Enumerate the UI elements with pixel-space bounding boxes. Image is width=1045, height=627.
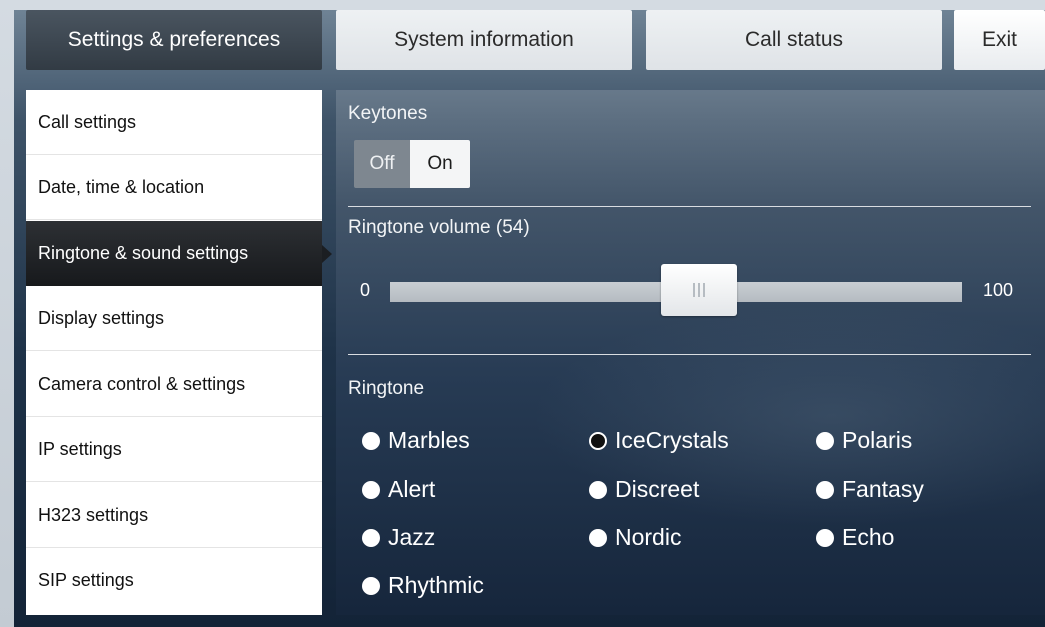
exit-button[interactable]: Exit	[954, 10, 1045, 70]
grip-icon	[702, 283, 705, 297]
radio-unselected-icon	[816, 431, 834, 450]
ringtone-sound-panel: Keytones Off On Ringtone volume (54) 0 1…	[336, 90, 1045, 615]
keytones-toggle[interactable]: Off On	[354, 140, 470, 188]
ringtone-option-rhythmic[interactable]: Rhythmic	[362, 572, 484, 599]
menu-item-call-settings[interactable]: Call settings	[26, 90, 322, 155]
ringtone-option-discreet[interactable]: Discreet	[589, 476, 699, 503]
divider	[348, 354, 1031, 355]
ringtone-option-echo[interactable]: Echo	[816, 524, 894, 551]
divider	[348, 206, 1031, 207]
ringtone-option-label: Jazz	[388, 524, 436, 550]
ringtone-option-nordic[interactable]: Nordic	[589, 524, 681, 551]
keytones-title: Keytones	[348, 103, 428, 124]
menu-item-sip-settings[interactable]: SIP settings	[26, 548, 322, 613]
radio-unselected-icon	[362, 480, 380, 499]
radio-unselected-icon	[362, 431, 380, 450]
ringtone-option-fantasy[interactable]: Fantasy	[816, 476, 924, 503]
ringtone-title: Ringtone	[348, 378, 425, 399]
volume-min-label: 0	[360, 280, 371, 300]
tab-call-status[interactable]: Call status	[646, 10, 942, 70]
ringtone-option-label: Nordic	[615, 524, 682, 550]
grip-icon	[692, 283, 695, 297]
ringtone-option-marbles[interactable]: Marbles	[362, 427, 470, 454]
ringtone-option-label: Marbles	[388, 427, 470, 453]
ringtone-option-label: Alert	[388, 476, 436, 502]
menu-item-camera-control-settings[interactable]: Camera control & settings	[26, 352, 322, 417]
ringtone-option-icecrystals[interactable]: IceCrystals	[589, 427, 729, 454]
ringtone-option-label: IceCrystals	[615, 427, 729, 453]
settings-menu: Call settings Date, time & location Ring…	[26, 90, 332, 615]
volume-slider-handle[interactable]	[660, 264, 737, 316]
radio-selected-icon	[589, 431, 607, 450]
menu-item-h323-settings[interactable]: H323 settings	[26, 483, 322, 548]
keytones-on-option[interactable]: On	[410, 140, 470, 188]
grip-icon	[697, 283, 700, 297]
menu-item-display-settings[interactable]: Display settings	[26, 286, 322, 351]
tab-settings-preferences[interactable]: Settings & preferences	[26, 10, 322, 70]
radio-unselected-icon	[362, 528, 380, 547]
ringtone-option-label: Rhythmic	[388, 572, 484, 598]
menu-item-ringtone-sound-settings[interactable]: Ringtone & sound settings	[26, 221, 332, 286]
radio-unselected-icon	[816, 528, 834, 547]
ringtone-volume-title: Ringtone volume (54)	[348, 217, 530, 238]
tab-system-information[interactable]: System information	[336, 10, 632, 70]
ringtone-option-label: Discreet	[615, 476, 700, 502]
ringtone-option-label: Fantasy	[842, 476, 924, 502]
ringtone-option-label: Echo	[842, 524, 895, 550]
radio-unselected-icon	[589, 480, 607, 499]
radio-unselected-icon	[589, 528, 607, 547]
menu-item-date-time-location[interactable]: Date, time & location	[26, 155, 322, 220]
radio-unselected-icon	[816, 480, 834, 499]
keytones-off-option[interactable]: Off	[354, 140, 410, 188]
ringtone-option-label: Polaris	[842, 427, 913, 453]
ringtone-option-alert[interactable]: Alert	[362, 476, 435, 503]
menu-item-ip-settings[interactable]: IP settings	[26, 417, 322, 482]
ringtone-option-jazz[interactable]: Jazz	[362, 524, 435, 551]
radio-unselected-icon	[362, 576, 380, 595]
ringtone-option-polaris[interactable]: Polaris	[816, 427, 912, 454]
volume-max-label: 100	[983, 280, 1014, 300]
